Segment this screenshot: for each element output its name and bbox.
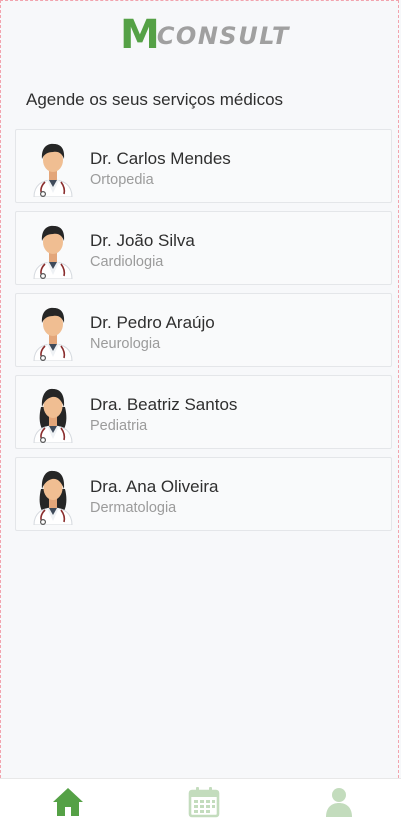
doctor-name: Dr. João Silva: [90, 231, 195, 250]
doctor-name: Dra. Beatriz Santos: [90, 395, 238, 414]
doctor-name: Dra. Ana Oliveira: [90, 477, 219, 496]
doctor-card[interactable]: Dra. Ana Oliveira Dermatologia: [15, 457, 392, 531]
bottom-tab-bar: [0, 778, 401, 830]
male-doctor-icon: [33, 225, 73, 279]
doctor-list: Dr. Carlos Mendes Ortopedia Dr. João Sil…: [15, 129, 392, 539]
doctor-card[interactable]: Dr. Carlos Mendes Ortopedia: [15, 129, 392, 203]
logo-text: CONSULT: [156, 22, 290, 50]
doctor-specialty: Dermatologia: [90, 500, 177, 516]
female-doctor-icon: [33, 470, 73, 525]
doctor-specialty: Ortopedia: [90, 172, 154, 188]
doctor-specialty: Cardiologia: [90, 254, 164, 270]
logo-letter: M: [120, 12, 160, 58]
calendar-icon[interactable]: [187, 785, 221, 819]
app-logo: M CONSULT: [120, 12, 290, 58]
home-icon[interactable]: [51, 785, 85, 819]
doctor-specialty: Neurologia: [90, 336, 161, 352]
male-doctor-icon: [33, 307, 73, 361]
doctor-specialty: Pediatria: [90, 418, 148, 434]
page-heading: Agende os seus serviços médicos: [26, 90, 284, 109]
user-icon[interactable]: [322, 785, 356, 819]
doctor-name: Dr. Pedro Araújo: [90, 313, 215, 332]
female-doctor-icon: [33, 388, 73, 443]
doctor-card[interactable]: Dr. João Silva Cardiologia: [15, 211, 392, 285]
doctor-card[interactable]: Dra. Beatriz Santos Pediatria: [15, 375, 392, 449]
male-doctor-icon: [33, 143, 73, 197]
doctor-card[interactable]: Dr. Pedro Araújo Neurologia: [15, 293, 392, 367]
doctor-name: Dr. Carlos Mendes: [90, 149, 231, 168]
